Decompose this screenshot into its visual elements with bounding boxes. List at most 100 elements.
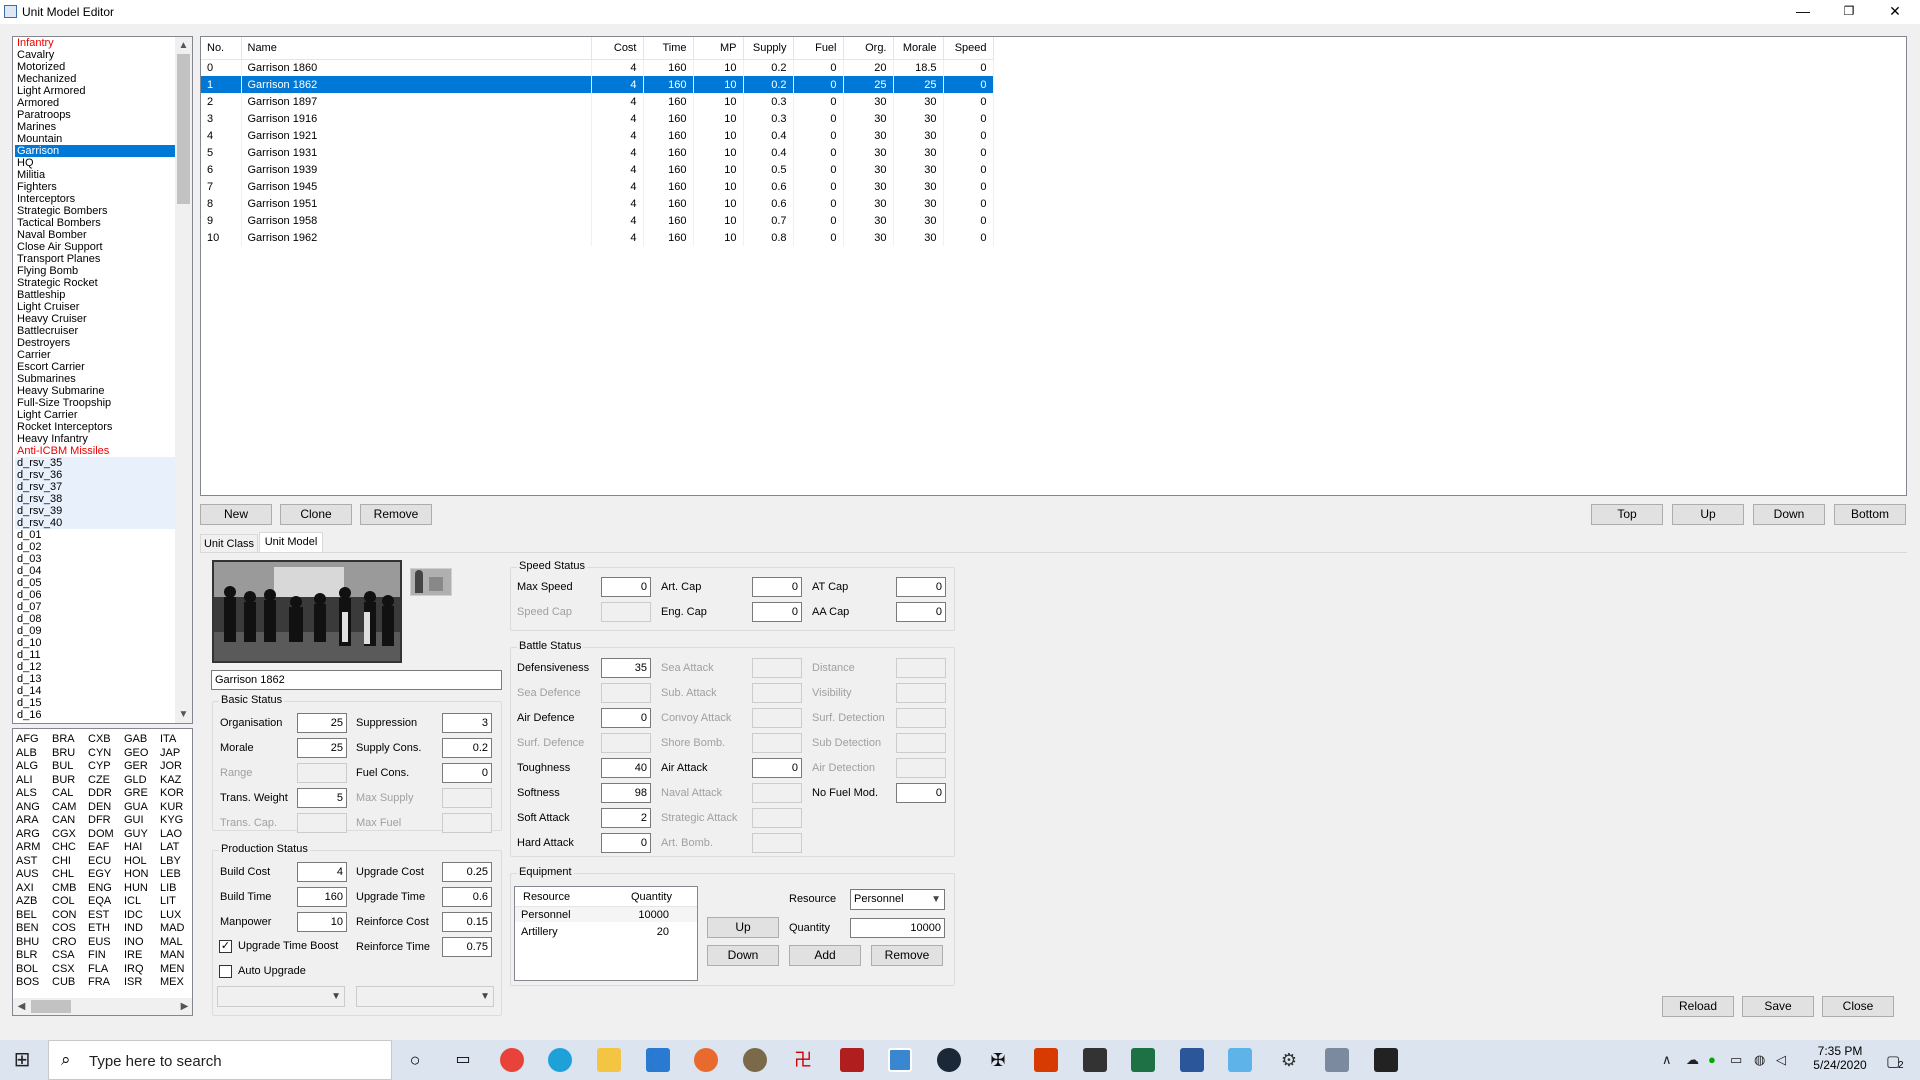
table-row[interactable]: 1 Garrison 1862 4 160 10 0.2 0 25 25 0 — [201, 76, 994, 93]
equipment-list[interactable]: Resource Quantity Personnel 10000 Artill… — [514, 886, 698, 981]
unit-class-item[interactable]: Anti-ICBM Missiles — [15, 445, 177, 457]
country-item[interactable]: AXI — [16, 882, 52, 896]
unit-class-item[interactable]: d_09 — [15, 625, 177, 637]
unit-class-item[interactable]: Carrier — [15, 349, 177, 361]
game-emblem-icon[interactable]: 卍 — [791, 1048, 815, 1072]
country-item[interactable]: EQA — [88, 895, 124, 909]
country-item[interactable]: DFR — [88, 814, 124, 828]
scroll-up-icon[interactable]: ▲ — [175, 37, 192, 54]
unit-class-item[interactable]: Motorized — [15, 61, 177, 73]
country-item[interactable]: GAB — [124, 733, 160, 747]
country-item[interactable]: FIN — [88, 949, 124, 963]
save-button[interactable]: Save — [1742, 996, 1814, 1017]
settings-gear-icon[interactable]: ⚙ — [1277, 1048, 1301, 1072]
suppression-field[interactable]: 3 — [442, 713, 492, 733]
unit-class-item[interactable]: d_13 — [15, 673, 177, 685]
upgrade-time-boost-checkbox[interactable]: ✓ — [219, 940, 232, 953]
close-button[interactable]: Close — [1822, 996, 1894, 1017]
country-list-scrollbar[interactable]: ◀ ▶ — [13, 998, 192, 1015]
table-row[interactable]: 2 Garrison 1897 4 160 10 0.3 0 30 30 0 — [201, 93, 994, 110]
country-item[interactable]: COS — [52, 922, 88, 936]
country-item[interactable]: CYP — [88, 760, 124, 774]
edge-icon[interactable] — [548, 1048, 572, 1072]
unit-class-item[interactable]: d_08 — [15, 613, 177, 625]
country-item[interactable]: MEX — [160, 976, 192, 990]
unit-class-item[interactable]: Mountain — [15, 133, 177, 145]
build-time-field[interactable]: 160 — [297, 887, 347, 907]
country-item[interactable]: CHC — [52, 841, 88, 855]
country-item[interactable]: AFG — [16, 733, 52, 747]
manpower-field[interactable]: 10 — [297, 912, 347, 932]
country-item[interactable]: MAL — [160, 936, 192, 950]
unit-class-item[interactable]: d_rsv_36 — [15, 469, 177, 481]
country-item[interactable]: LIB — [160, 882, 192, 896]
country-item[interactable]: CMB — [52, 882, 88, 896]
down-button[interactable]: Down — [1753, 504, 1825, 525]
unit-class-list[interactable]: Infantry Cavalry Motorized Mechanized Light … — [12, 36, 193, 724]
country-item[interactable]: HUN — [124, 882, 160, 896]
country-item[interactable]: BEN — [16, 922, 52, 936]
country-item[interactable]: ECU — [88, 855, 124, 869]
unit-class-item[interactable]: Strategic Rocket — [15, 277, 177, 289]
model-name-field[interactable]: Garrison 1862 — [211, 670, 502, 690]
country-item[interactable]: BEL — [16, 909, 52, 923]
unit-class-item[interactable]: Tactical Bombers — [15, 217, 177, 229]
country-item[interactable]: DOM — [88, 828, 124, 842]
unit-class-item[interactable]: d_07 — [15, 601, 177, 613]
game-banner-icon[interactable] — [840, 1048, 864, 1072]
eng-cap-field[interactable]: 0 — [752, 602, 802, 622]
country-item[interactable]: CYN — [88, 747, 124, 761]
equipment-down-button[interactable]: Down — [707, 945, 779, 966]
country-item[interactable]: EST — [88, 909, 124, 923]
tool-app-icon[interactable] — [1325, 1048, 1349, 1072]
country-item[interactable]: GUI — [124, 814, 160, 828]
share-app-icon[interactable] — [694, 1048, 718, 1072]
store-icon[interactable] — [1083, 1048, 1107, 1072]
unit-class-item[interactable]: d_14 — [15, 685, 177, 697]
scroll-left-icon[interactable]: ◀ — [13, 998, 30, 1015]
column-header[interactable]: Name — [241, 37, 592, 60]
country-item[interactable]: LEB — [160, 868, 192, 882]
equipment-add-button[interactable]: Add — [789, 945, 861, 966]
country-item[interactable]: KAZ — [160, 774, 192, 788]
table-row[interactable]: 3 Garrison 1916 4 160 10 0.3 0 30 30 0 — [201, 110, 994, 127]
upgrade-time-field[interactable]: 0.6 — [442, 887, 492, 907]
unit-class-item[interactable]: Militia — [15, 169, 177, 181]
table-row[interactable]: 6 Garrison 1939 4 160 10 0.5 0 30 30 0 — [201, 161, 994, 178]
air-defence-field[interactable]: 0 — [601, 708, 651, 728]
volume-icon[interactable]: ◁ — [1776, 1052, 1786, 1068]
country-item[interactable]: ARM — [16, 841, 52, 855]
scroll-thumb-horizontal[interactable] — [31, 1000, 71, 1013]
unit-class-item[interactable]: Strategic Bombers — [15, 205, 177, 217]
country-item[interactable]: GRE — [124, 787, 160, 801]
chrome-icon[interactable] — [500, 1048, 524, 1072]
table-row[interactable]: 10 Garrison 1962 4 160 10 0.8 0 30 30 0 — [201, 229, 994, 246]
morale-field[interactable]: 25 — [297, 738, 347, 758]
unit-class-item[interactable]: d_02 — [15, 541, 177, 553]
file-explorer-icon[interactable] — [597, 1048, 621, 1072]
country-item[interactable]: KUR — [160, 801, 192, 815]
network-icon[interactable]: ◍ — [1754, 1052, 1765, 1068]
softness-field[interactable]: 98 — [601, 783, 651, 803]
up-button[interactable]: Up — [1672, 504, 1744, 525]
country-item[interactable]: GLD — [124, 774, 160, 788]
trans-weight-field[interactable]: 5 — [297, 788, 347, 808]
unit-class-item[interactable]: Flying Bomb — [15, 265, 177, 277]
table-row[interactable]: 9 Garrison 1958 4 160 10 0.7 0 30 30 0 — [201, 212, 994, 229]
unit-class-item[interactable]: d_12 — [15, 661, 177, 673]
country-item[interactable]: IRE — [124, 949, 160, 963]
reinforce-cost-field[interactable]: 0.15 — [442, 912, 492, 932]
country-item[interactable]: LAO — [160, 828, 192, 842]
country-item[interactable]: GEO — [124, 747, 160, 761]
scroll-down-icon[interactable]: ▼ — [175, 706, 192, 723]
remove-model-button[interactable]: Remove — [360, 504, 432, 525]
country-item[interactable]: ITA — [160, 733, 192, 747]
battery-icon[interactable]: ▭ — [1730, 1052, 1742, 1068]
taskbar-search-box[interactable]: ⌕ Type here to search — [48, 1040, 392, 1080]
unit-class-item[interactable]: Infantry — [15, 37, 177, 49]
unit-class-item[interactable]: Fighters — [15, 181, 177, 193]
country-item[interactable]: BRU — [52, 747, 88, 761]
air-attack-field[interactable]: 0 — [752, 758, 802, 778]
fuel-cons-field[interactable]: 0 — [442, 763, 492, 783]
unit-class-item[interactable]: Cavalry — [15, 49, 177, 61]
